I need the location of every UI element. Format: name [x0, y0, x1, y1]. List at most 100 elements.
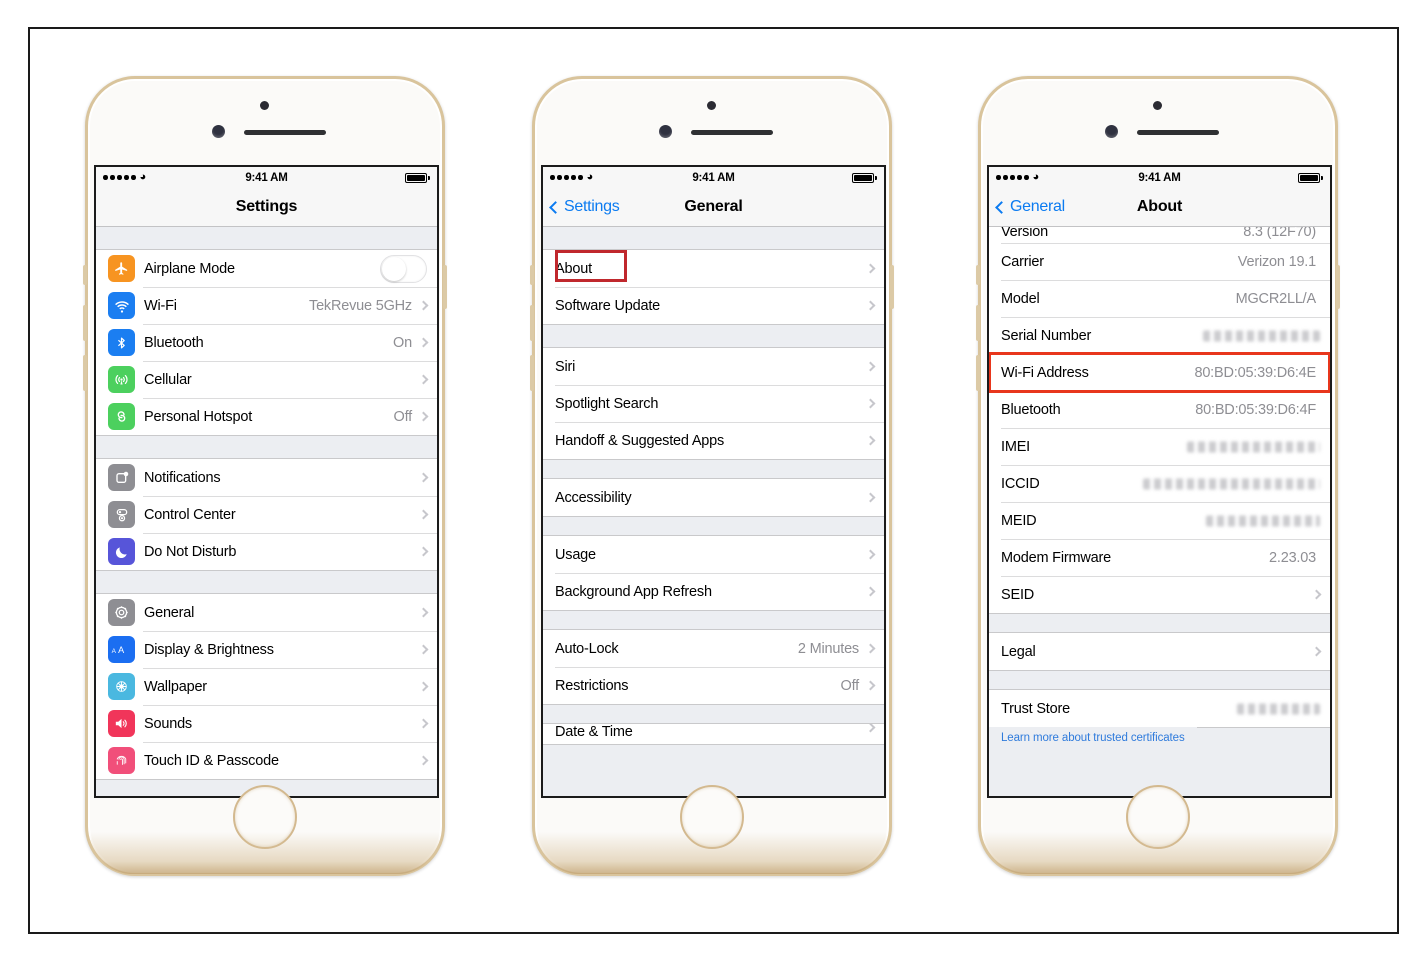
list-gap: [96, 571, 437, 593]
chevron-right-icon: [418, 509, 429, 520]
sidebar-item-auto-lock[interactable]: Auto-Lock 2 Minutes: [543, 630, 884, 667]
mute-switch[interactable]: [83, 265, 87, 285]
row-label: Software Update: [555, 297, 661, 314]
general-group-siri: Siri Spotlight Search Handoff & Suggeste…: [543, 347, 884, 460]
sidebar-item-about[interactable]: About: [543, 250, 884, 287]
row-label: Wi-Fi Address: [1001, 364, 1089, 381]
status-bar: ◕ 9:41 AM: [543, 167, 884, 188]
general-list[interactable]: About Software Update Siri Spotlight Sea…: [543, 227, 884, 796]
volume-up-button[interactable]: [530, 305, 534, 341]
sidebar-item-bluetooth[interactable]: Bluetooth On: [96, 324, 437, 361]
back-button-label: Settings: [564, 198, 620, 215]
home-button[interactable]: [1126, 785, 1190, 849]
sidebar-item-personal-hotspot[interactable]: Personal Hotspot Off: [96, 398, 437, 435]
chevron-right-icon: [865, 398, 876, 409]
sidebar-item-notifications[interactable]: Notifications: [96, 459, 437, 496]
status-bar-clock: 9:41 AM: [245, 171, 288, 184]
sidebar-item-handoff[interactable]: Handoff & Suggested Apps: [543, 422, 884, 459]
trusted-certificates-link[interactable]: Learn more about trusted certificates: [989, 725, 1197, 753]
sidebar-item-general[interactable]: General: [96, 594, 437, 631]
chevron-right-icon: [418, 718, 429, 729]
general-group-accessibility: Accessibility: [543, 478, 884, 517]
sidebar-item-wifi[interactable]: Wi-Fi TekRevue 5GHz: [96, 287, 437, 324]
back-button-label: General: [1010, 198, 1065, 215]
volume-down-button[interactable]: [530, 355, 534, 391]
row-meid[interactable]: MEID 35238908038799: [989, 502, 1330, 539]
sidebar-item-software-update[interactable]: Software Update: [543, 287, 884, 324]
sidebar-item-wallpaper[interactable]: Wallpaper: [96, 668, 437, 705]
row-label: Airplane Mode: [144, 260, 235, 277]
phone2-screen: ◕ 9:41 AM Settings General About Softwar…: [541, 165, 886, 798]
power-button[interactable]: [1336, 265, 1340, 309]
chevron-right-icon: [1311, 646, 1322, 657]
row-value: Verizon 19.1: [1237, 253, 1316, 270]
display-icon: AA: [108, 636, 135, 663]
sidebar-item-touch-id-passcode[interactable]: Touch ID & Passcode: [96, 742, 437, 779]
phone3-screen: ◕ 9:41 AM General About Version 8.3 (12F…: [987, 165, 1332, 798]
row-bluetooth-address[interactable]: Bluetooth 80:BD:05:39:D6:4F: [989, 391, 1330, 428]
row-model[interactable]: Model MGCR2LL/A: [989, 280, 1330, 317]
settings-list[interactable]: Airplane Mode Wi-Fi TekRevue 5GHz Blueto…: [96, 227, 437, 796]
row-value: TekRevue 5GHz: [309, 297, 412, 314]
chevron-right-icon: [865, 680, 876, 691]
sidebar-item-date-time[interactable]: Date & Time: [543, 724, 884, 744]
row-label: Sounds: [144, 715, 192, 732]
power-button[interactable]: [443, 265, 447, 309]
sidebar-item-accessibility[interactable]: Accessibility: [543, 479, 884, 516]
settings-group-system: General AA Display & Brightness Wallpape…: [96, 593, 437, 780]
sidebar-item-sounds[interactable]: Sounds: [96, 705, 437, 742]
sidebar-item-control-center[interactable]: Control Center: [96, 496, 437, 533]
row-legal[interactable]: Legal: [989, 633, 1330, 670]
volume-up-button[interactable]: [976, 305, 980, 341]
row-label: Carrier: [1001, 253, 1044, 270]
page-root: ◕ 9:41 AM Settings Airplane Mode Wi-Fi T…: [0, 0, 1427, 972]
row-seid[interactable]: SEID: [989, 576, 1330, 613]
sidebar-item-display-brightness[interactable]: AA Display & Brightness: [96, 631, 437, 668]
sidebar-item-usage[interactable]: Usage: [543, 536, 884, 573]
home-button[interactable]: [233, 785, 297, 849]
about-list[interactable]: Version 8.3 (12F70) Carrier Verizon 19.1…: [989, 227, 1330, 796]
about-group-legal: Legal: [989, 632, 1330, 671]
general-group-usage: Usage Background App Refresh: [543, 535, 884, 611]
volume-down-button[interactable]: [83, 355, 87, 391]
sidebar-item-siri[interactable]: Siri: [543, 348, 884, 385]
sidebar-item-cellular[interactable]: Cellular: [96, 361, 437, 398]
list-gap: [543, 517, 884, 535]
row-trust-store[interactable]: Trust Store 2015000080: [989, 690, 1330, 727]
wifi-icon: [108, 292, 135, 319]
sidebar-item-background-app-refresh[interactable]: Background App Refresh: [543, 573, 884, 610]
chevron-right-icon: [418, 681, 429, 692]
control-center-icon: [108, 501, 135, 528]
row-serial-number[interactable]: Serial Number F2LMC1F5CACLI: [989, 317, 1330, 354]
back-button[interactable]: General: [989, 198, 1065, 216]
row-iccid[interactable]: ICCID 8914 8000001 21 41 98437: [989, 465, 1330, 502]
chevron-right-icon: [418, 411, 429, 422]
sidebar-item-restrictions[interactable]: Restrictions Off: [543, 667, 884, 704]
back-button[interactable]: Settings: [543, 198, 620, 216]
row-carrier[interactable]: Carrier Verizon 19.1: [989, 243, 1330, 280]
row-label: Usage: [555, 546, 596, 563]
row-label: MEID: [1001, 512, 1037, 529]
mute-switch[interactable]: [976, 265, 980, 285]
row-wifi-address[interactable]: Wi-Fi Address 80:BD:05:39:D6:4E: [989, 352, 1330, 393]
mute-switch[interactable]: [530, 265, 534, 285]
iphone-device-about: ◕ 9:41 AM General About Version 8.3 (12F…: [976, 76, 1340, 876]
sidebar-item-airplane-mode[interactable]: Airplane Mode: [96, 250, 437, 287]
home-button[interactable]: [680, 785, 744, 849]
sidebar-item-do-not-disturb[interactable]: Do Not Disturb: [96, 533, 437, 570]
row-modem-firmware[interactable]: Modem Firmware 2.23.03: [989, 539, 1330, 576]
volume-down-button[interactable]: [976, 355, 980, 391]
front-camera-icon: [659, 125, 672, 138]
volume-up-button[interactable]: [83, 305, 87, 341]
status-bar: ◕ 9:41 AM: [989, 167, 1330, 188]
list-gap: [96, 227, 437, 249]
airplane-icon: [108, 255, 135, 282]
sidebar-item-spotlight-search[interactable]: Spotlight Search: [543, 385, 884, 422]
settings-group-connectivity: Airplane Mode Wi-Fi TekRevue 5GHz Blueto…: [96, 249, 437, 436]
power-button[interactable]: [890, 265, 894, 309]
airplane-mode-toggle[interactable]: [380, 254, 427, 283]
row-imei[interactable]: IMEI 35 438908 528799 0: [989, 428, 1330, 465]
row-version[interactable]: Version 8.3 (12F70): [989, 227, 1330, 243]
chevron-right-icon: [1311, 589, 1322, 600]
page-title: Settings: [235, 198, 298, 215]
